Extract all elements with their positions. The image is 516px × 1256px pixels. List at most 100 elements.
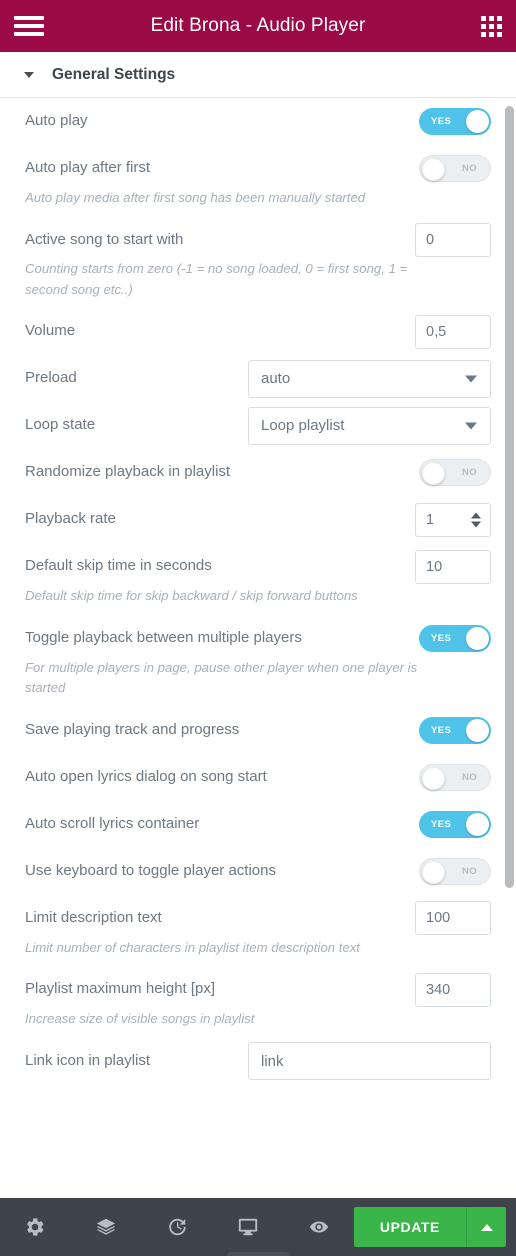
stepper-arrows[interactable] bbox=[471, 512, 481, 528]
setting-label: Use keyboard to toggle player actions bbox=[25, 861, 276, 879]
section-title: General Settings bbox=[52, 65, 176, 83]
toggle-value-label: NO bbox=[461, 467, 477, 479]
toggle-switch[interactable]: NO bbox=[419, 763, 491, 791]
setting-row: Loop state Loop playlist bbox=[0, 402, 516, 449]
toggle-knob bbox=[466, 812, 489, 836]
setting-label: Auto play after first bbox=[25, 159, 151, 177]
toggle-knob bbox=[466, 718, 489, 742]
setting-row: Toggle playback between multiple players… bbox=[0, 615, 516, 662]
setting-row: Auto scroll lyrics container YES bbox=[0, 801, 516, 848]
setting-row: Randomize playback in playlist NO bbox=[0, 449, 516, 496]
setting-label: Playback rate bbox=[25, 510, 116, 528]
hamburger-bar bbox=[14, 16, 44, 20]
setting-label: Auto open lyrics dialog on song start bbox=[25, 767, 267, 785]
select-dropdown[interactable]: Loop playlist bbox=[248, 406, 491, 445]
text-input[interactable] bbox=[248, 1042, 491, 1081]
page-title: Edit Brona - Audio Player bbox=[150, 15, 366, 36]
setting-label: Limit description text bbox=[25, 908, 162, 926]
setting-row: Playlist maximum height [px] bbox=[0, 966, 516, 1013]
toggle-value-label: YES bbox=[431, 632, 452, 644]
setting-row: Playback rate bbox=[0, 496, 516, 543]
setting-label: Volume bbox=[25, 322, 76, 340]
setting-row: Auto play after first NO bbox=[0, 145, 516, 192]
number-input[interactable] bbox=[415, 222, 491, 257]
toggle-knob bbox=[422, 766, 445, 790]
toggle-value-label: NO bbox=[461, 771, 477, 783]
setting-row: Default skip time in seconds bbox=[0, 543, 516, 590]
settings-gear-icon[interactable] bbox=[0, 1198, 71, 1256]
layers-navigator-icon[interactable] bbox=[71, 1198, 142, 1256]
number-input[interactable] bbox=[415, 549, 491, 584]
setting-hint: Auto play media after first song has bee… bbox=[25, 190, 366, 205]
section-general-settings-header[interactable]: General Settings bbox=[0, 52, 516, 98]
toggle-switch[interactable]: YES bbox=[419, 108, 491, 135]
panel-header: Edit Brona - Audio Player bbox=[0, 0, 516, 52]
grid-apps-icon[interactable] bbox=[481, 15, 502, 37]
toggle-switch[interactable]: NO bbox=[419, 155, 491, 182]
vertical-scrollbar[interactable] bbox=[505, 106, 514, 888]
caret-down-icon bbox=[24, 71, 34, 78]
select-value[interactable]: auto bbox=[248, 359, 491, 398]
setting-label: Link icon in playlist bbox=[25, 1051, 151, 1069]
toggle-switch[interactable]: YES bbox=[419, 716, 491, 744]
setting-label: Preload bbox=[25, 369, 77, 387]
responsive-monitor-icon[interactable] bbox=[212, 1198, 283, 1256]
toggle-value-label: NO bbox=[461, 163, 477, 174]
toggle-value-label: YES bbox=[431, 818, 452, 830]
toggle-knob bbox=[422, 158, 445, 181]
toggle-knob bbox=[466, 626, 489, 650]
number-input[interactable] bbox=[415, 972, 491, 1007]
setting-label: Auto play bbox=[25, 112, 88, 130]
stepper-down-icon[interactable] bbox=[471, 521, 481, 528]
settings-scroll-area: Auto play YES Auto play after first NO Auto … bbox=[0, 98, 516, 1198]
stepper-up-icon[interactable] bbox=[471, 512, 481, 519]
caret-up-icon bbox=[480, 1223, 493, 1231]
setting-label: Auto scroll lyrics container bbox=[25, 814, 200, 832]
setting-row: Volume bbox=[0, 308, 516, 355]
setting-label: Loop state bbox=[25, 416, 96, 434]
chevron-down-icon bbox=[465, 375, 477, 383]
chevron-down-icon bbox=[465, 422, 477, 430]
setting-hint: Counting starts from zero (-1 = no song … bbox=[25, 261, 408, 297]
setting-row: Preload auto bbox=[0, 355, 516, 402]
scrollbar-track[interactable] bbox=[505, 98, 514, 1198]
number-input[interactable] bbox=[415, 314, 491, 349]
setting-label: Active song to start with bbox=[25, 230, 184, 248]
select-dropdown[interactable]: auto bbox=[248, 359, 491, 398]
panel-resize-handle[interactable] bbox=[227, 1252, 289, 1256]
update-options-button[interactable] bbox=[466, 1207, 506, 1247]
footer-icon-bar bbox=[0, 1198, 354, 1256]
setting-label: Save playing track and progress bbox=[25, 720, 240, 738]
toggle-knob bbox=[422, 860, 445, 884]
hamburger-bar bbox=[14, 32, 44, 36]
setting-label: Playlist maximum height [px] bbox=[25, 980, 216, 998]
toggle-switch[interactable]: NO bbox=[419, 459, 491, 487]
toggle-switch[interactable]: NO bbox=[419, 857, 491, 885]
setting-hint: Limit number of characters in playlist i… bbox=[25, 939, 360, 955]
setting-row: Save playing track and progress YES bbox=[0, 707, 516, 754]
preview-eye-icon[interactable] bbox=[283, 1198, 354, 1256]
update-button[interactable]: UPDATE bbox=[353, 1207, 466, 1247]
elementor-widget-panel: Edit Brona - Audio Player General Settin… bbox=[0, 0, 516, 1256]
toggle-knob bbox=[466, 110, 489, 133]
setting-row: Active song to start with bbox=[0, 216, 516, 263]
history-clock-icon[interactable] bbox=[142, 1198, 213, 1256]
setting-row: Auto open lyrics dialog on song start NO bbox=[0, 754, 516, 801]
setting-row: Auto play YES bbox=[0, 98, 516, 145]
update-button-group: UPDATE bbox=[353, 1207, 506, 1247]
setting-label: Randomize playback in playlist bbox=[25, 463, 231, 481]
number-input[interactable] bbox=[415, 901, 491, 936]
select-value[interactable]: Loop playlist bbox=[248, 406, 491, 445]
toggle-switch[interactable]: YES bbox=[419, 624, 491, 652]
setting-label: Toggle playback between multiple players bbox=[25, 628, 302, 646]
toggle-knob bbox=[422, 462, 445, 486]
setting-row: Limit description text bbox=[0, 895, 516, 942]
toggle-switch[interactable]: YES bbox=[419, 810, 491, 838]
setting-hint: For multiple players in page, pause othe… bbox=[25, 659, 418, 696]
panel-footer: UPDATE bbox=[0, 1198, 516, 1256]
setting-row: Link icon in playlist bbox=[0, 1038, 516, 1085]
number-stepper[interactable] bbox=[415, 502, 491, 537]
hamburger-menu-icon[interactable] bbox=[14, 14, 44, 38]
toggle-value-label: YES bbox=[431, 724, 452, 736]
setting-hint: Increase size of visible songs in playli… bbox=[25, 1011, 255, 1027]
